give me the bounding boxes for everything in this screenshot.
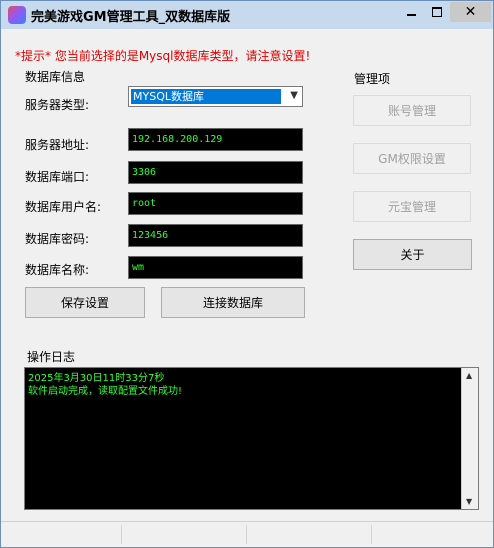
notice-tip: *提示* 您当前选择的是Mysql数据库类型，请注意设置!	[15, 49, 311, 63]
server-type-select[interactable]: MYSQL数据库 ▼	[128, 86, 303, 107]
close-icon: ✕	[464, 4, 477, 20]
gm-permission-button[interactable]: GM权限设置	[353, 143, 471, 174]
db-user-label: 数据库用户名:	[25, 200, 102, 214]
status-bar	[1, 521, 493, 547]
server-type-label: 服务器类型:	[25, 98, 90, 112]
server-addr-label: 服务器地址:	[25, 138, 90, 152]
db-password-label: 数据库密码:	[25, 232, 90, 246]
chevron-down-icon: ▼	[290, 90, 298, 101]
db-user-input[interactable]: root	[128, 192, 303, 215]
status-separator	[371, 525, 372, 544]
db-password-input[interactable]: 123456	[128, 224, 303, 247]
maximize-icon	[432, 7, 442, 17]
scroll-up-icon[interactable]: ▲	[466, 371, 472, 380]
account-manage-button[interactable]: 账号管理	[353, 95, 471, 126]
title-bar[interactable]: 完美游戏GM管理工具_双数据库版 ✕	[1, 1, 493, 29]
db-name-input[interactable]: wm	[128, 256, 303, 279]
log-scrollbar[interactable]: ▲ ▼	[461, 368, 478, 509]
server-type-value: MYSQL数据库	[131, 89, 281, 104]
log-title: 操作日志	[27, 350, 76, 364]
minimize-icon	[406, 14, 416, 16]
db-name-label: 数据库名称:	[25, 263, 90, 277]
status-separator	[246, 525, 247, 544]
gold-manage-button[interactable]: 元宝管理	[353, 191, 471, 222]
db-group-title: 数据库信息	[25, 70, 86, 84]
main-window: 完美游戏GM管理工具_双数据库版 ✕ *提示* 您当前选择的是Mysql数据库类…	[0, 0, 494, 548]
server-addr-input[interactable]: 192.168.200.129	[128, 128, 303, 151]
minimize-button[interactable]	[398, 2, 424, 22]
db-port-input[interactable]: 3306	[128, 161, 303, 184]
status-separator	[121, 525, 122, 544]
connect-db-button[interactable]: 连接数据库	[161, 287, 305, 318]
app-logo-icon	[8, 6, 26, 24]
operation-log[interactable]: 2025年3月30日11时33分7秒 软件启动完成，读取配置文件成功! ▲ ▼	[24, 367, 479, 510]
manage-group-title: 管理项	[354, 72, 391, 86]
about-button[interactable]: 关于	[353, 239, 472, 270]
window-title: 完美游戏GM管理工具_双数据库版	[31, 10, 231, 25]
log-line: 软件启动完成，读取配置文件成功!	[28, 386, 183, 397]
maximize-button[interactable]	[424, 2, 450, 22]
close-button[interactable]: ✕	[450, 2, 491, 22]
save-settings-button[interactable]: 保存设置	[25, 287, 145, 318]
db-port-label: 数据库端口:	[25, 170, 90, 184]
scroll-down-icon[interactable]: ▼	[466, 497, 472, 506]
